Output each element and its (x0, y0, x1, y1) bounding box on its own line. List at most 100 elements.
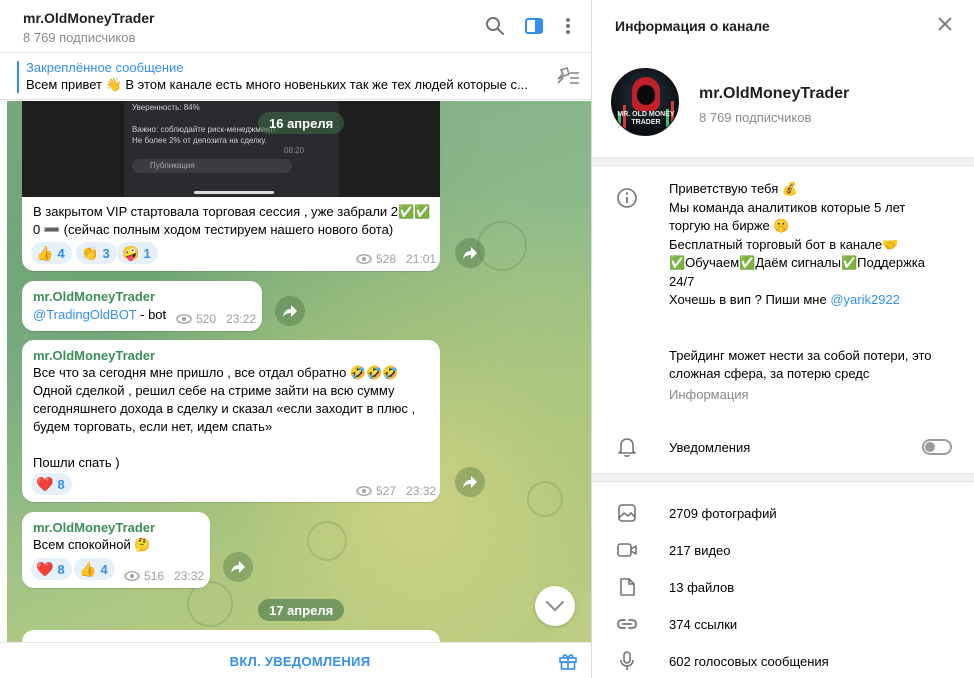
pinned-text: Всем привет 👋 В этом канале есть много н… (26, 77, 528, 92)
reaction-heart[interactable]: ❤️ 8 (31, 473, 72, 495)
panel-title: Информация о канале (615, 18, 770, 34)
share-icon (463, 476, 477, 488)
bell-icon (616, 436, 638, 458)
channel-avatar[interactable]: MR. OLD MONEY TRADER (611, 68, 679, 136)
home-indicator (194, 191, 274, 194)
message-meta-3: 527 23:32 (356, 484, 436, 498)
views-count: 520 (196, 312, 217, 326)
media-links[interactable]: 374 ссылки (669, 617, 737, 632)
microphone-icon (616, 650, 638, 672)
channel-name: mr.OldMoneyTrader (699, 85, 850, 102)
reaction-count: 1 (143, 245, 151, 261)
video-icon (616, 539, 638, 561)
photo-icon (616, 502, 638, 524)
reaction-crazy[interactable]: 🤪 1 (117, 242, 158, 264)
media-files[interactable]: 13 файлов (669, 580, 734, 595)
views-count: 527 (376, 484, 397, 498)
preview-warning: Важно: соблюдайте риск-менеджмент! (132, 125, 276, 134)
share-icon (231, 561, 245, 573)
reaction-heart[interactable]: ❤️ 8 (31, 558, 72, 580)
heart-icon: ❤️ (36, 560, 54, 577)
message-meta-2: 520 23:22 (176, 312, 256, 326)
date-separator: 17 апреля (258, 599, 345, 621)
bot-link[interactable]: @TradingOldBOT (33, 307, 137, 322)
date-separator: 16 апреля (258, 112, 345, 134)
reaction-count: 4 (100, 561, 108, 577)
thumbs-up-icon: 👍 (79, 560, 97, 577)
views-icon (356, 486, 372, 496)
share-button[interactable] (275, 296, 305, 326)
media-preview[interactable]: Уверенность: 84% Важно: соблюдайте риск-… (22, 101, 440, 197)
message-author[interactable]: mr.OldMoneyTrader (33, 348, 155, 363)
media-voice[interactable]: 602 голосовых сообщения (669, 654, 829, 669)
more-options-icon[interactable] (557, 15, 579, 37)
share-icon (463, 247, 477, 259)
share-button[interactable] (455, 467, 485, 497)
media-videos[interactable]: 217 видео (669, 543, 731, 558)
unmute-button[interactable]: ВКЛ. УВЕДОМЛЕНИЯ (0, 643, 600, 678)
close-icon[interactable] (938, 17, 952, 34)
preview-input: Публикация (132, 159, 292, 173)
pinned-title: Закреплённое сообщение (26, 60, 184, 75)
message-time: 23:22 (226, 312, 257, 326)
reaction-clap[interactable]: 👏 3 (76, 242, 117, 264)
heart-icon: ❤️ (36, 475, 54, 492)
avatar-face (637, 85, 655, 105)
share-button[interactable] (455, 238, 485, 268)
reaction-count: 8 (57, 476, 65, 492)
gift-icon[interactable] (558, 651, 578, 674)
chat-title[interactable]: mr.OldMoneyTrader (23, 10, 154, 26)
preview-warning-2: Не более 2% от депозита на сделку. (132, 136, 267, 145)
message-text-2: @TradingOldBOT - bot (33, 306, 166, 324)
contact-link[interactable]: @yarik2922 (830, 292, 900, 307)
reaction-thumbs-up[interactable]: 👍 4 (31, 242, 72, 264)
sidebar-toggle-icon[interactable] (523, 15, 545, 37)
message-time: 21:01 (406, 252, 437, 266)
views-icon (124, 571, 140, 581)
reaction-count: 8 (57, 561, 65, 577)
message-time: 23:32 (174, 569, 205, 583)
pinned-message-bar[interactable]: Закреплённое сообщение Всем привет 👋 В э… (0, 53, 591, 100)
pinned-indicator (17, 61, 19, 93)
message-author[interactable]: mr.OldMoneyTrader (33, 520, 155, 535)
message-time: 23:32 (406, 484, 437, 498)
message-text-4: Всем спокойной 🤔 (33, 537, 151, 552)
message-meta-4: 516 23:32 (124, 569, 204, 583)
avatar-text: MR. OLD MONEY TRADER (617, 111, 675, 126)
notifications-label: Уведомления (669, 440, 751, 455)
search-icon[interactable] (484, 15, 506, 37)
link-icon (616, 613, 638, 635)
channel-subscribers: 8 769 подписчиков (699, 110, 812, 125)
chat-pane: mr.OldMoneyTrader 8 769 подписчиков Закр… (0, 0, 591, 678)
info-icon (616, 187, 638, 209)
section-separator (592, 473, 974, 482)
notifications-toggle[interactable] (922, 439, 952, 455)
clap-icon: 👏 (81, 244, 99, 261)
bottom-bar: ВКЛ. УВЕДОМЛЕНИЯ (0, 642, 591, 678)
chat-subscribers: 8 769 подписчиков (23, 30, 136, 45)
message-meta-1: 528 21:01 (356, 252, 436, 266)
thumbs-up-icon: 👍 (36, 244, 54, 261)
reaction-count: 3 (102, 245, 110, 261)
description-label: Информация (669, 387, 749, 402)
description-text: Приветствую тебя 💰 Мы команда аналитиков… (669, 181, 925, 307)
channel-description: Приветствую тебя 💰 Мы команда аналитиков… (669, 180, 959, 384)
reaction-count: 4 (57, 245, 65, 261)
chat-header[interactable]: mr.OldMoneyTrader 8 769 подписчиков (0, 0, 591, 53)
message-text-suffix: - bot (136, 307, 167, 322)
description-text-2: Трейдинг может нести за собой потери, эт… (669, 347, 932, 382)
scroll-down-button[interactable] (535, 586, 575, 626)
chevron-down-icon (546, 601, 564, 611)
share-button[interactable] (223, 552, 253, 582)
media-photos[interactable]: 2709 фотографий (669, 506, 777, 521)
file-icon (616, 576, 638, 598)
pinned-list-icon[interactable] (554, 65, 580, 90)
reaction-thumbs-up[interactable]: 👍 4 (74, 558, 115, 580)
crazy-face-icon: 🤪 (122, 244, 140, 261)
views-icon (356, 254, 372, 264)
share-icon (283, 305, 297, 317)
message-author[interactable]: mr.OldMoneyTrader (33, 289, 155, 304)
section-separator (592, 157, 974, 166)
message-text-1: В закрытом VIP стартовала торговая сесси… (33, 204, 431, 237)
toggle-knob (925, 442, 935, 452)
